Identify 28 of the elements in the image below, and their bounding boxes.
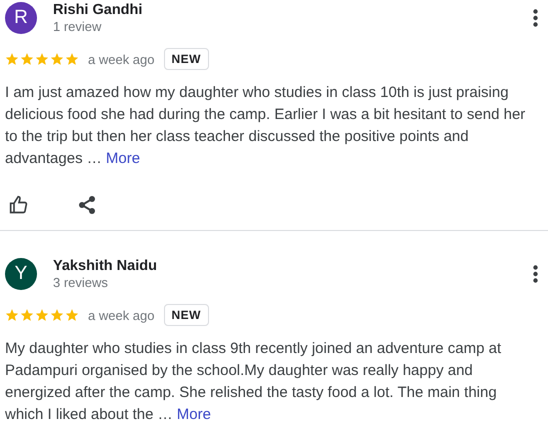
star-icon [35, 52, 49, 66]
review-count: 1 review [53, 19, 102, 35]
avatar[interactable]: Y [5, 258, 37, 290]
review-text: My daughter who studies in class 9th recently joined an adventure camp at Padampuri organised by the school.My daughter was really happy and energized after the camp. She relished the tasty food a lot. The main thing which I liked about the … More [5, 339, 502, 425]
star-icon [65, 308, 79, 322]
share-icon[interactable] [76, 194, 98, 216]
star-icon [5, 308, 19, 322]
reviewer-name[interactable]: Rishi Gandhi [53, 1, 532, 19]
avatar[interactable]: R [5, 2, 37, 34]
new-badge: NEW [164, 304, 209, 326]
more-options-icon[interactable] [532, 8, 538, 28]
star-icon [50, 52, 64, 66]
star-icon [50, 308, 64, 322]
new-badge: NEW [164, 48, 209, 70]
more-options-icon[interactable] [532, 264, 538, 284]
review-count: 3 reviews [53, 275, 109, 291]
star-icon [65, 52, 79, 66]
more-link[interactable]: More [106, 150, 140, 167]
star-icon [35, 308, 49, 322]
thumbs-up-icon[interactable] [8, 194, 30, 216]
reviewer-name[interactable]: Yakshith Naidu [53, 257, 532, 275]
star-icon [20, 52, 34, 66]
review-date: a week ago [88, 52, 154, 66]
star-icon [5, 52, 19, 66]
review-date: a week ago [88, 308, 154, 322]
more-link[interactable]: More [176, 406, 211, 423]
star-icon [20, 308, 34, 322]
review-text: I am just amazed how my daughter who studies in class 10th is just praising delicious food she had during the camp. Earlier I was a bit hesitant to send her to the trip but then her class teacher discussed the positive points and advantages … More [5, 83, 526, 169]
